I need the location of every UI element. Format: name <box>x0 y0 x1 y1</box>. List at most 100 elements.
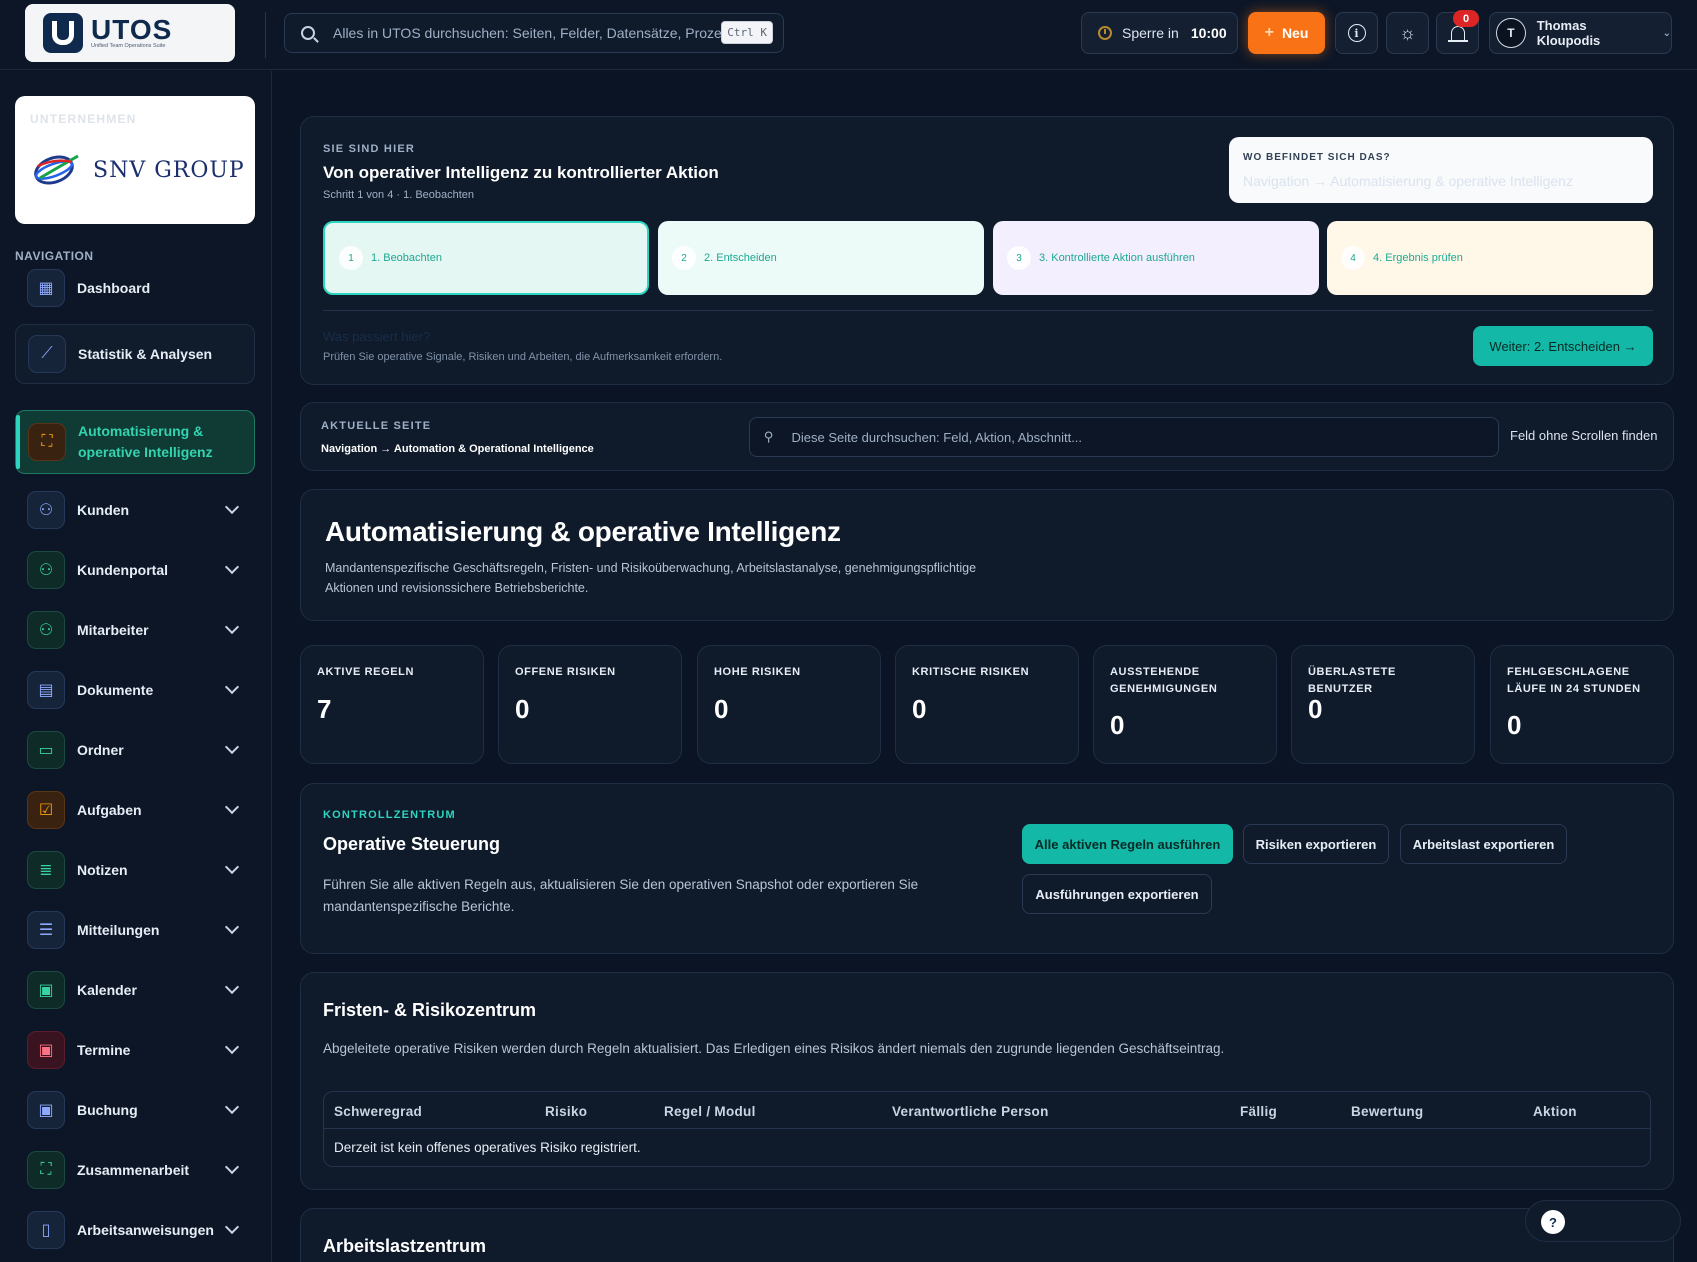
lock-label: Sperre in <box>1122 25 1179 41</box>
stat-label: OFFENE RISIKEN <box>515 666 616 678</box>
sidebar-item-kalender[interactable]: ▣ Kalender <box>15 960 255 1020</box>
sidebar-item-zusammenarbeit[interactable]: ⛶ Zusammenarbeit <box>15 1140 255 1200</box>
sidebar-item-dokumente[interactable]: ▤ Dokumente <box>15 660 255 720</box>
calendar-icon: ▣ <box>27 971 65 1009</box>
column-header[interactable]: Aktion <box>1533 1104 1577 1119</box>
sidebar-item-label: Dashboard <box>77 280 151 296</box>
page-search-input[interactable] <box>791 429 1472 445</box>
bell-icon <box>1447 26 1468 42</box>
column-header[interactable]: Fällig <box>1240 1104 1277 1119</box>
chevron-down-icon <box>224 499 240 515</box>
sidebar-item-buchung[interactable]: ▣ Buchung <box>15 1080 255 1140</box>
workload-title: Arbeitslastzentrum <box>323 1236 487 1256</box>
chevron-down-icon <box>224 679 240 695</box>
stat-card: HOHE RISIKEN 0 <box>697 645 881 764</box>
note-icon: ≣ <box>27 851 65 889</box>
column-header[interactable]: Verantwortliche Person <box>892 1104 1049 1119</box>
session-lock-timer[interactable]: Sperre in 10:00 <box>1081 12 1238 54</box>
sidebar-item-statistik[interactable]: ⟋ Statistik & Analysen <box>15 324 255 384</box>
users-icon: ⚇ <box>27 551 65 589</box>
export-runs-button[interactable]: Ausführungen exportieren <box>1022 874 1212 914</box>
workload-center-card: Arbeitslastzentrum <box>300 1208 1674 1262</box>
folder-icon: ▭ <box>27 731 65 769</box>
theme-toggle-button[interactable]: ☼ <box>1386 12 1429 54</box>
sidebar-item-mitteilungen[interactable]: ☰ Mitteilungen <box>15 900 255 960</box>
global-search[interactable]: Ctrl K <box>284 13 784 53</box>
column-header[interactable]: Regel / Modul <box>664 1104 756 1119</box>
divider <box>265 12 266 58</box>
column-header[interactable]: Schweregrad <box>334 1104 422 1119</box>
sidebar-item-kundenportal[interactable]: ⚇ Kundenportal <box>15 540 255 600</box>
step-2[interactable]: 2 2. Entscheiden <box>658 221 984 295</box>
lock-time: 10:00 <box>1190 25 1227 41</box>
stat-label: AUSSTEHENDE GENEHMIGUNGEN <box>1110 666 1218 695</box>
chevron-down-icon: ⌄ <box>1662 27 1671 39</box>
divider <box>323 310 1653 311</box>
guide-subtitle: Schritt 1 von 4 · 1. Beobachten <box>323 189 475 201</box>
chevron-down-icon <box>224 799 240 815</box>
sidebar-item-label: Dokumente <box>77 682 154 698</box>
risk-center-card: Fristen- & Risikozentrum Abgeleitete ope… <box>300 972 1674 1190</box>
logo-subtitle: Unified Team Operations Suite <box>91 43 166 49</box>
info-button[interactable]: i <box>1335 12 1378 54</box>
step-1[interactable]: 1 1. Beobachten <box>323 221 649 295</box>
search-icon <box>301 26 315 40</box>
chevron-down-icon <box>224 559 240 575</box>
global-search-input[interactable] <box>333 25 723 41</box>
page-title: Automatisierung & operative Intelligenz <box>325 516 841 547</box>
sidebar-item-termine[interactable]: ▣ Termine <box>15 1020 255 1080</box>
control-title: Operative Steuerung <box>323 834 501 854</box>
chevron-down-icon <box>224 859 240 875</box>
sidebar-item-notizen[interactable]: ≣ Notizen <box>15 840 255 900</box>
sidebar: UNTERNEHMEN SNV GROUP NAVIGATION ▦ Dashb… <box>0 71 272 1262</box>
page-search[interactable]: ⚲ <box>749 417 1499 457</box>
stat-value: 0 <box>912 694 927 724</box>
export-workload-button[interactable]: Arbeitslast exportieren <box>1400 824 1567 864</box>
export-risks-button[interactable]: Risiken exportieren <box>1243 824 1389 864</box>
find-field-link[interactable]: Feld ohne Scrollen finden <box>1510 428 1657 443</box>
sidebar-item-aufgaben[interactable]: ☑ Aufgaben <box>15 780 255 840</box>
next-step-button[interactable]: Weiter: 2. Entscheiden → <box>1473 326 1653 366</box>
shortcut-hint: Ctrl K <box>721 21 773 44</box>
top-bar: UTOS Unified Team Operations Suite Ctrl … <box>0 0 1697 70</box>
run-all-rules-button[interactable]: Alle aktiven Regeln ausführen <box>1022 824 1233 864</box>
user-name: Thomas Kloupodis <box>1536 18 1601 48</box>
sidebar-item-label: Kunden <box>77 502 130 518</box>
app-logo[interactable]: UTOS Unified Team Operations Suite <box>25 4 235 62</box>
column-header[interactable]: Bewertung <box>1351 1104 1423 1119</box>
notification-badge: 0 <box>1453 10 1479 27</box>
message-icon: ☰ <box>27 911 65 949</box>
sidebar-item-dashboard[interactable]: ▦ Dashboard <box>15 258 255 318</box>
chevron-down-icon <box>224 919 240 935</box>
sidebar-item-mitarbeiter[interactable]: ⚇ Mitarbeiter <box>15 600 255 660</box>
step-number: 1 <box>339 246 363 270</box>
stat-card: AUSSTEHENDE GENEHMIGUNGEN 0 <box>1093 645 1277 764</box>
sidebar-item-automation[interactable]: ⛶ Automatisierung & operative Intelligen… <box>15 410 255 474</box>
risk-description: Abgeleitete operative Risiken werden dur… <box>323 1041 1225 1056</box>
stat-label: ÜBERLASTETE BENUTZER <box>1308 666 1396 695</box>
sidebar-item-ordner[interactable]: ▭ Ordner <box>15 720 255 780</box>
guide-title: Von operativer Intelligenz zu kontrollie… <box>323 163 719 182</box>
company-card[interactable]: UNTERNEHMEN SNV GROUP <box>15 96 255 224</box>
step-4[interactable]: 4 4. Ergebnis prüfen <box>1327 221 1653 295</box>
stat-value: 0 <box>714 694 729 724</box>
user-menu-button[interactable]: T Thomas Kloupodis ⌄ <box>1489 12 1672 54</box>
page-description: Mandantenspezifische Geschäftsregeln, Fr… <box>325 561 977 595</box>
stat-value: 0 <box>1110 710 1125 740</box>
company-caption: UNTERNEHMEN <box>30 112 137 126</box>
sidebar-item-kunden[interactable]: ⚇ Kunden <box>15 480 255 540</box>
step-label: 3. Kontrollierte Aktion ausführen <box>1039 252 1195 264</box>
chevron-down-icon <box>224 1159 240 1175</box>
step-number: 4 <box>1341 246 1365 270</box>
hint-title[interactable]: Was passiert hier? <box>323 329 430 344</box>
new-button[interactable]: + Neu <box>1248 12 1325 54</box>
stat-value: 0 <box>1308 694 1323 724</box>
sidebar-item-label: Ordner <box>77 742 124 758</box>
current-page-eyebrow: AKTUELLE SEITE <box>321 420 432 432</box>
checkbox-icon: ☑ <box>27 791 65 829</box>
column-header[interactable]: Risiko <box>545 1104 587 1119</box>
help-button[interactable]: ? <box>1525 1200 1681 1242</box>
step-3[interactable]: 3 3. Kontrollierte Aktion ausführen <box>993 221 1319 295</box>
sun-icon: ☼ <box>1399 23 1416 43</box>
sidebar-item-arbeitsanweisungen[interactable]: ▯ Arbeitsanweisungen <box>15 1200 255 1260</box>
